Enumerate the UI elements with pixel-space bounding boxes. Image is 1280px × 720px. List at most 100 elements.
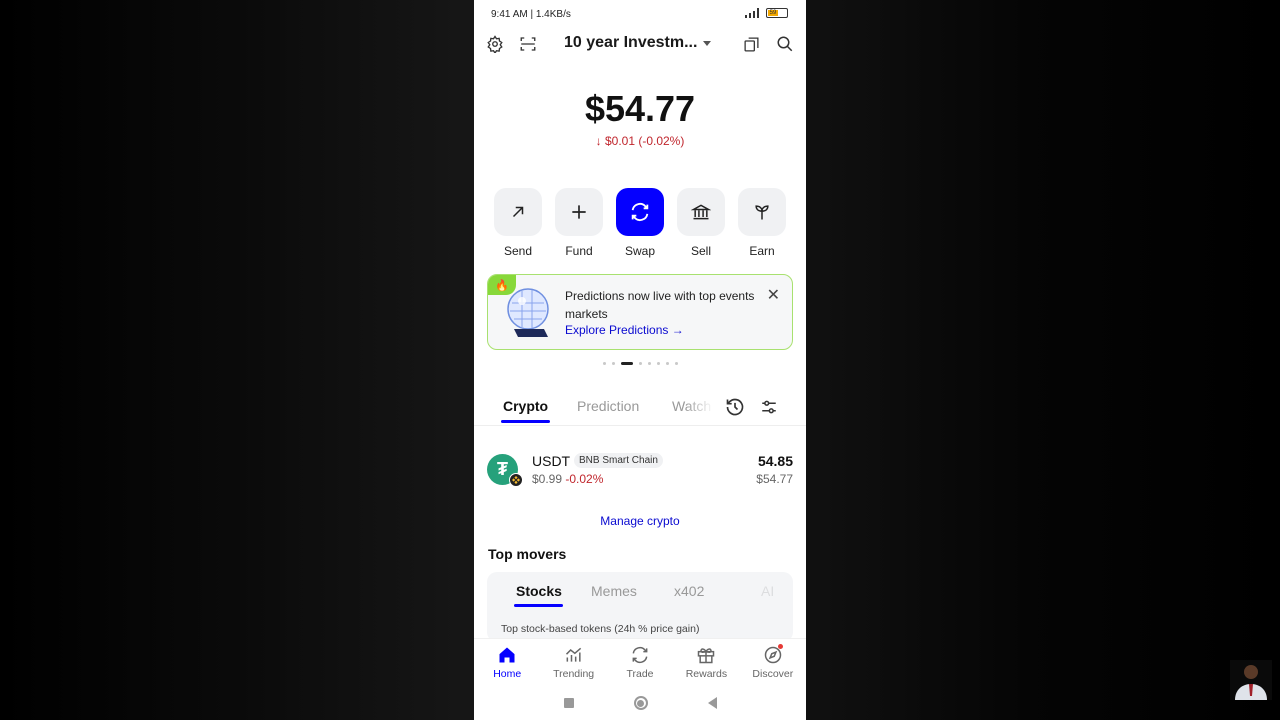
earn-label: Earn [749,244,775,258]
fund-label: Fund [565,244,593,258]
nav-discover[interactable]: Discover [740,639,806,686]
close-icon[interactable]: ✕ [767,285,780,305]
history-icon[interactable] [722,394,748,420]
signal-icon [745,8,759,18]
carousel-indicator [474,362,806,365]
back-icon[interactable] [707,697,717,709]
sell-tile[interactable] [677,188,725,236]
filter-icon[interactable] [756,394,782,420]
tab-stocks[interactable]: Stocks [516,583,562,599]
system-navigation-bar [474,686,806,720]
bank-icon [691,204,711,220]
tab-x402[interactable]: x402 [674,583,704,599]
token-price-value: $0.99 [532,472,563,486]
token-price-change: -0.02% [565,472,604,486]
tab-watchlist[interactable]: Watch [672,398,716,414]
nav-trade-label: Trade [626,668,654,680]
send-button[interactable]: Send [494,188,542,258]
nav-home-label: Home [493,668,522,680]
earn-button[interactable]: Earn [738,188,786,258]
movers-tab-indicator [514,604,563,607]
arrow-down-icon: ↓ [595,134,602,148]
token-price: $0.99 -0.02% [532,472,603,486]
trending-icon [565,647,581,662]
asset-row[interactable]: ₮ USDT BNB Smart Chain $0.99 -0.02% 54.8… [487,452,793,488]
send-label: Send [503,244,533,258]
balance-change-value: $0.01 (-0.02%) [604,134,685,148]
top-movers-description: Top stock-based tokens (24h % price gain… [501,623,700,635]
notification-dot [777,644,783,649]
token-value: $54.77 [756,472,793,486]
crystal-ball-icon [507,288,549,337]
nav-rewards-label: Rewards [685,668,728,680]
sell-button[interactable]: Sell [677,188,725,258]
nav-trending[interactable]: Trending [540,639,606,686]
carousel-dot [665,362,669,365]
wallet-name: 10 year Investm... [564,34,698,51]
predictions-banner[interactable]: 🔥 Predictions now live with top events m… [487,274,793,350]
fund-tile[interactable] [555,188,603,236]
search-icon[interactable] [772,31,798,57]
token-symbol: USDT [532,453,571,469]
carousel-dot [647,362,651,365]
sell-label: Sell [690,244,711,258]
carousel-dot [674,362,678,365]
banner-text: Predictions now live with top events mar… [565,289,755,321]
nav-trade[interactable]: Trade [607,639,673,686]
trade-icon [632,646,648,664]
carousel-dot [611,362,615,365]
presenter-avatar [1230,660,1272,700]
top-movers-card: Stocks Memes x402 AI Top stock-based tok… [487,572,793,642]
nav-discover-label: Discover [752,668,794,680]
tab-crypto[interactable]: Crypto [503,398,548,414]
home-icon [499,647,515,663]
sprout-icon [755,205,769,220]
chain-badge: BNB Smart Chain [574,453,663,468]
swap-tile[interactable] [616,188,664,236]
nav-home[interactable]: Home [474,639,540,686]
carousel-dot [638,362,642,365]
wallet-selector[interactable]: 10 year Investm... [564,34,712,52]
plus-icon [572,205,586,219]
status-time-speed: 9:41 AM | 1.4KB/s [491,9,571,20]
token-amount: 54.85 [757,453,793,469]
fund-button[interactable]: Fund [555,188,603,258]
explore-predictions-link[interactable]: Explore Predictions → [565,323,684,337]
bottom-navigation: Home Trending Trade Rewards Discover [474,638,806,686]
tab-ai[interactable]: AI [761,583,774,599]
send-tile[interactable] [494,188,542,236]
status-icons: 59 [744,8,788,18]
top-movers-title: Top movers [488,546,567,562]
gift-icon [698,648,715,664]
swap-icon [631,203,649,221]
chevron-down-icon [703,40,712,46]
tab-prediction[interactable]: Prediction [577,398,639,414]
swap-label: Swap [624,244,656,258]
carousel-dot-active [620,362,633,365]
quick-actions: Send Fund Swap Sell Earn [494,188,786,258]
battery-icon: 59 [766,8,788,18]
total-balance: $54.77 [584,88,696,129]
video-frame: 9:41 AM | 1.4KB/s 59 10 year Investm... … [0,0,1280,720]
recents-icon[interactable] [563,698,574,708]
tab-memes[interactable]: Memes [591,583,637,599]
nav-trending-label: Trending [553,668,595,680]
carousel-dot [602,362,606,365]
carousel-dot [656,362,660,365]
scan-icon[interactable] [515,31,541,57]
balance-change: ↓ $0.01 (-0.02%) [474,134,806,148]
status-bar: 9:41 AM | 1.4KB/s 59 [474,0,806,28]
copy-icon[interactable] [738,31,764,57]
home-button-icon[interactable] [633,696,648,710]
nav-rewards[interactable]: Rewards [673,639,739,686]
swap-button[interactable]: Swap [616,188,664,258]
earn-tile[interactable] [738,188,786,236]
phone-screen: 9:41 AM | 1.4KB/s 59 10 year Investm... … [474,0,806,720]
arrow-up-right-icon [512,206,524,218]
tab-active-indicator [501,420,550,423]
manage-crypto-link[interactable]: Manage crypto [474,514,806,528]
bnb-chain-icon [509,473,523,487]
settings-icon[interactable] [482,31,508,57]
asset-tabs: Crypto Prediction Watch [474,392,806,426]
top-bar: 10 year Investm... [474,28,806,60]
